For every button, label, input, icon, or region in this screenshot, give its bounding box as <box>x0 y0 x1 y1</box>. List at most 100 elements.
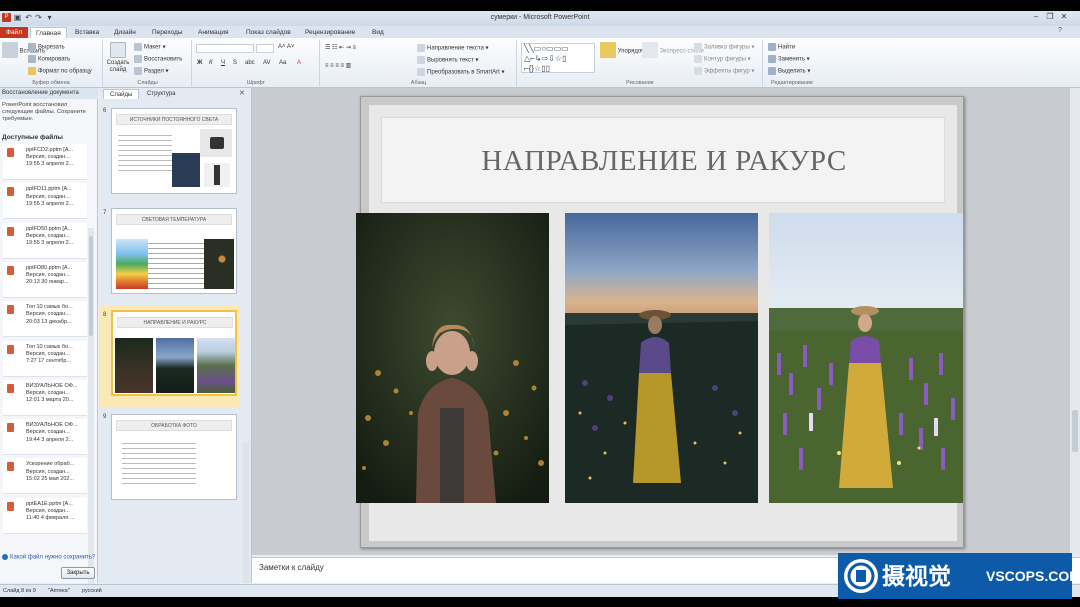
tab-slideshow[interactable]: Показ слайдов <box>241 27 296 38</box>
bold-icon[interactable]: Ж <box>197 60 202 66</box>
recovery-file-item[interactable]: ВИЗУАЛЬНОЕ ОФ... Версия, создан... 12:01 3… <box>3 379 88 416</box>
recovery-description: PowerPoint восстановил следующие файлы. … <box>2 102 86 122</box>
slide-thumb-8[interactable]: НАПРАВЛЕНИЕ И РАКУРС <box>111 310 237 396</box>
recovery-file-item[interactable]: pptFD11.pptm [А... Версия, создан... 19:55… <box>3 183 87 220</box>
status-language[interactable]: русский <box>82 585 102 597</box>
recovery-file-item[interactable]: pptEA1E.pptm [А... Версия, создан... 11:40… <box>3 497 88 534</box>
smartart-button[interactable]: Преобразовать в SmartArt ▾ <box>417 68 504 76</box>
slide-scrollbar[interactable] <box>1070 88 1080 555</box>
font-name-select[interactable] <box>196 44 254 53</box>
close-recovery-button[interactable]: Закрыть <box>61 567 95 579</box>
tab-file[interactable]: Файл <box>0 27 28 38</box>
recovery-file-text: Ускорение обраб... Версия, создан... 15:02… <box>26 461 88 483</box>
paste-button[interactable]: Вставить <box>2 42 45 60</box>
tab-insert[interactable]: Вставка <box>70 27 104 38</box>
slide-thumb-7-title: СВЕТОВАЯ ТЕМПЕРАТУРА <box>116 214 232 225</box>
shape-effects-button[interactable]: Эффекты фигур ▾ <box>694 67 754 75</box>
recovery-file-line3: 19:44 3 апреля 2... <box>26 436 74 443</box>
copy-label: Копировать <box>38 56 71 63</box>
recovery-file-item[interactable]: Топ 10 самых бо... Версия, создан... 20:03… <box>3 301 87 338</box>
notes-placeholder: Заметки к слайду <box>259 563 324 572</box>
clipboard-group-label: Буфер обмена <box>32 80 70 86</box>
new-slide-button[interactable]: Создать слайд <box>106 42 130 74</box>
font-color-icon[interactable]: A <box>297 60 301 66</box>
arrange-button[interactable]: Упорядочить <box>600 42 653 60</box>
select-button[interactable]: Выделить ▾ <box>768 67 810 75</box>
smartart-label: Преобразовать в SmartArt <box>427 69 500 76</box>
pptx-file-icon <box>7 423 14 433</box>
recovery-file-item[interactable]: pptFCD2.pptm [А... Версия, создан... 19:55… <box>3 144 87 180</box>
shape-outline-button[interactable]: Контур фигуры ▾ <box>694 55 751 63</box>
reset-button[interactable]: Восстановить <box>134 55 182 63</box>
slide-thumb-9[interactable]: ОБРАБОТКА ФОТО <box>111 414 237 500</box>
slide-photo-lupine-field[interactable] <box>769 213 963 503</box>
select-label: Выделить <box>778 68 806 75</box>
recovery-file-item[interactable]: Ускорение обраб... Версия, создан... 15:02… <box>3 458 88 495</box>
align-icons[interactable]: ≡ ≡ ≡ ≡ ▥ <box>325 62 351 69</box>
spacing-icon[interactable]: AV <box>263 60 271 66</box>
recovery-scroll-thumb[interactable] <box>89 236 93 336</box>
shadow-icon[interactable]: S <box>233 60 237 66</box>
restore-icon[interactable]: ❐ <box>1044 12 1056 23</box>
layout-button[interactable]: Макет ▾ <box>134 43 166 51</box>
tab-home[interactable]: Главная <box>30 27 67 38</box>
slide-thumb-6[interactable]: ИСТОЧНИКИ ПОСТОЯННОГО СВЕТА <box>111 108 237 194</box>
thumbs-scrollbar[interactable] <box>243 443 249 583</box>
section-button[interactable]: Раздел ▾ <box>134 67 169 75</box>
recovery-file-item[interactable]: pptFD50.pptm [А... Версия, создан... 19:55… <box>3 222 87 259</box>
pptx-file-icon <box>7 226 14 236</box>
help-link[interactable]: Какой файл нужно сохранить? <box>2 554 95 561</box>
slide-photo-portrait[interactable] <box>356 213 549 503</box>
copy-button[interactable]: Копировать <box>28 55 70 63</box>
slide-title-box[interactable]: НАПРАВЛЕНИЕ И РАКУРС <box>381 117 945 203</box>
strike-icon[interactable]: abc <box>245 60 255 66</box>
shapes-gallery[interactable]: ╲╲▭○▭▭▭ △⌐↳⇨⇩☆▯ ⌐{}☆▯▯ <box>521 43 595 73</box>
cut-button[interactable]: Вырезать <box>28 43 65 51</box>
tab-outline[interactable]: Структура <box>141 89 181 99</box>
tab-view[interactable]: Вид <box>367 27 389 38</box>
tab-slides[interactable]: Слайды <box>103 89 140 99</box>
close-panel-icon[interactable]: ✕ <box>239 89 245 97</box>
quick-styles-button[interactable]: Экспресс-стили <box>642 42 704 60</box>
underline-icon[interactable]: Ч <box>221 60 225 66</box>
grow-font-icon[interactable]: A˄ A˅ <box>278 44 294 50</box>
tab-transitions[interactable]: Переходы <box>147 27 188 38</box>
slide-thumb-8-photo-2 <box>156 338 194 393</box>
current-slide[interactable]: НАПРАВЛЕНИЕ И РАКУРС <box>356 96 964 548</box>
bullets-icon[interactable]: ☰ ☷ ⇤ ⇥ ≡ <box>325 44 356 51</box>
recovery-file-text: ВИЗУАЛЬНОЕ ОФ... Версия, создан... 12:01 3… <box>26 383 88 405</box>
recovery-file-item[interactable]: Топ 10 самых бо... Версия, создан... 7:27 … <box>3 340 87 377</box>
shape-fill-button[interactable]: Заливка фигуры ▾ <box>694 43 755 51</box>
tab-design[interactable]: Дизайн <box>109 27 141 38</box>
recovery-file-line2: Версия, создан... <box>26 154 70 161</box>
recovery-file-item[interactable]: pptFD80.pptm [А... Версия, создан... 20:13… <box>3 261 87 298</box>
font-size-select[interactable] <box>256 44 274 53</box>
tab-review[interactable]: Рецензирование <box>300 27 360 38</box>
paragraph-group-label: Абзац <box>410 80 427 86</box>
slide-scroll-thumb[interactable] <box>1072 410 1078 452</box>
find-button[interactable]: Найти <box>768 43 795 51</box>
tab-animation[interactable]: Анимация <box>193 27 234 38</box>
align-text-label: Выровнять текст <box>427 57 474 64</box>
replace-button[interactable]: Заменить ▾ <box>768 55 810 63</box>
change-case-icon[interactable]: Aa <box>279 60 286 66</box>
recovery-file-item[interactable]: ВИЗУАЛЬНОЕ ОФ... Версия, создан... 19:44 3… <box>3 419 87 456</box>
italic-icon[interactable]: К <box>209 60 213 66</box>
format-painter-button[interactable]: Формат по образцу <box>28 67 92 75</box>
recovery-scrollbar[interactable] <box>88 228 94 607</box>
help-icon[interactable]: ? <box>1058 27 1062 34</box>
group-paragraph: ☰ ☷ ⇤ ⇥ ≡ Направление текста ▾ Выровнять… <box>321 40 517 86</box>
reset-label: Восстановить <box>144 56 183 63</box>
recovery-file-line3: 19:55 3 апреля 2... <box>26 200 74 207</box>
text-direction-button[interactable]: Направление текста ▾ <box>417 44 489 52</box>
slide-thumb-8-photo-1 <box>115 338 153 393</box>
recovery-file-line2: Версия, создан... <box>26 507 70 514</box>
close-icon[interactable]: ✕ <box>1058 12 1070 23</box>
minimize-icon[interactable]: – <box>1030 12 1042 23</box>
recovery-file-text: pptEA1E.pptm [А... Версия, создан... 11:40… <box>26 501 88 523</box>
recovery-file-name: Топ 10 самых бо... <box>26 343 73 350</box>
align-text-button[interactable]: Выровнять текст ▾ <box>417 56 478 64</box>
available-files-heading: Доступные файлы <box>2 134 63 141</box>
slide-photo-evening-field[interactable] <box>565 213 758 503</box>
slide-thumb-7[interactable]: СВЕТОВАЯ ТЕМПЕРАТУРА <box>111 208 237 294</box>
